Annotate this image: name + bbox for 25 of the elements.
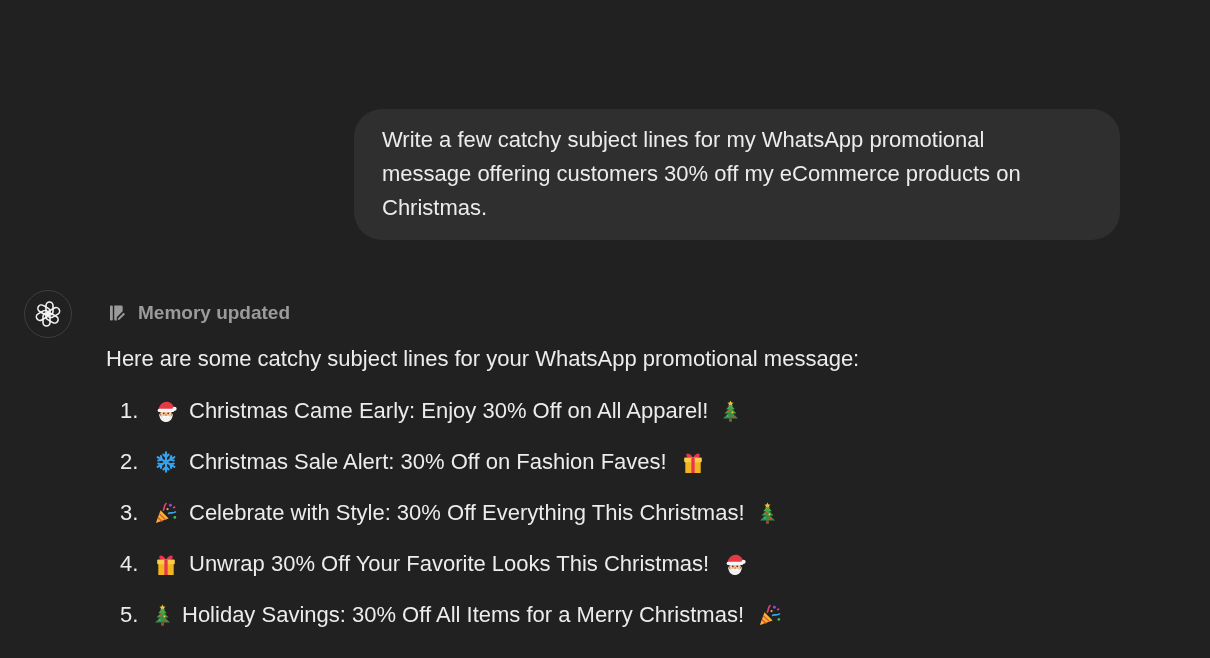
list-number: 2.: [120, 448, 140, 476]
list-number: 4.: [120, 550, 140, 578]
christmas-tree-emoji-icon: [759, 502, 775, 524]
subject-line-text: Christmas Sale Alert: 30% Off on Fashion Faves!: [189, 448, 667, 476]
subject-line-text: Celebrate with Style: 30% Off Everything This Christmas!: [189, 499, 745, 527]
snowflake-emoji-icon: [155, 451, 177, 473]
christmas-tree-emoji-icon: [155, 604, 170, 626]
subject-line-text: Unwrap 30% Off Your Favorite Looks This Christmas!: [189, 550, 710, 578]
party-popper-emoji-icon: [759, 604, 781, 626]
subject-line-text: Holiday Savings: 30% Off All Items for a Merry Christmas!: [182, 601, 744, 629]
notebook-pen-icon: [110, 304, 125, 322]
list-number: 3.: [120, 499, 140, 527]
subject-line-text: Christmas Came Early: Enjoy 30% Off on All Apparel!: [189, 397, 709, 425]
gift-box-emoji-icon: [681, 451, 704, 473]
memory-status-text: Memory updated: [138, 302, 291, 324]
user-message-text: Write a few catchy subject lines for my WhatsApp promotional message offering customers 30% off my eCommerce products on Christmas.: [382, 126, 1022, 222]
party-popper-emoji-icon: [155, 502, 177, 524]
santa-face-emoji-icon: [724, 553, 747, 575]
santa-face-emoji-icon: [155, 400, 177, 422]
christmas-tree-emoji-icon: [723, 400, 739, 422]
assistant-intro-text: Here are some catchy subject lines for your WhatsApp promotional message:: [106, 345, 860, 373]
list-number: 1.: [120, 397, 140, 425]
list-number: 5.: [120, 601, 140, 629]
gift-box-emoji-icon: [155, 553, 177, 575]
knot-logo-icon: [24, 290, 72, 338]
